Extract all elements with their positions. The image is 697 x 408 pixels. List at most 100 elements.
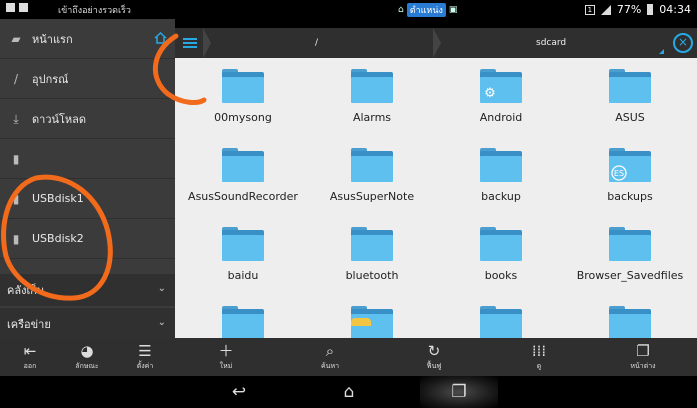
- usb-icon: ▮: [12, 191, 20, 206]
- folder-icon: [222, 227, 264, 261]
- sidebar: ▰ หน้าแรก / อุปกรณ์ ⤓ ดาวน์โหลด ▮ ▮ USBd…: [0, 19, 175, 340]
- home-icon[interactable]: [154, 32, 167, 44]
- sidebar-item-home[interactable]: ▰ หน้าแรก: [0, 19, 175, 59]
- sidebar-item-usbdisk2[interactable]: ▮ USBdisk2: [0, 219, 175, 259]
- folder-name: AsusSoundRecorder: [188, 190, 298, 203]
- sidebar-item-label: อุปกรณ์: [32, 72, 69, 86]
- chevron-down-icon: ⌄: [157, 283, 166, 294]
- settings-label: ตั้งค่า: [136, 362, 154, 370]
- chevron-down-icon: ⌄: [157, 317, 166, 328]
- es-logo-text: ES: [614, 169, 624, 178]
- notification-gallery-icon: [19, 3, 28, 12]
- folder-icon: [222, 306, 264, 338]
- recent-apps-button[interactable]: ❐: [446, 380, 472, 404]
- gear-icon: ⚙: [484, 86, 496, 101]
- folder-icon: [480, 306, 522, 338]
- folder-tile[interactable]: ⚙ Android: [436, 60, 566, 138]
- close-button[interactable]: ×: [673, 33, 693, 53]
- folder-tile[interactable]: backup: [436, 139, 566, 217]
- section-label: คลังเก็บ: [7, 284, 44, 297]
- new-button[interactable]: ＋ ใหม่: [196, 338, 256, 376]
- folder-tile[interactable]: Browser_Savedfiles: [565, 218, 695, 296]
- system-nav-bar: ↩ ⌂ ❐: [0, 376, 697, 408]
- back-button[interactable]: ↩: [226, 380, 252, 404]
- folder-name: baidu: [227, 269, 259, 282]
- folder-name: Browser_Savedfiles: [576, 269, 684, 282]
- folder-tile[interactable]: AsusSoundRecorder: [178, 139, 308, 217]
- windows-icon: ❐: [636, 342, 650, 360]
- folder-icon: [609, 306, 651, 338]
- refresh-button[interactable]: ↻ ฟื้นฟู: [404, 338, 464, 376]
- hamburger-icon: [183, 38, 197, 40]
- sidebar-section-library[interactable]: คลังเก็บ ⌄: [0, 274, 175, 306]
- path-toolbar: / sdcard ×: [175, 28, 697, 58]
- folder-tile[interactable]: ASUS: [565, 60, 695, 138]
- folder-icon: [351, 227, 393, 261]
- sidebar-section-network[interactable]: เครือข่าย ⌄: [0, 308, 175, 340]
- sidebar-item-usbdisk1[interactable]: ▮ USBdisk1: [0, 179, 175, 219]
- windows-button[interactable]: ❐ หน้าต่าง: [613, 338, 673, 376]
- folder-tile[interactable]: [436, 297, 566, 338]
- search-icon: ⌕: [325, 342, 335, 360]
- folder-name: ASUS: [615, 111, 645, 124]
- sidebar-item-sdcard[interactable]: ▮: [0, 139, 175, 179]
- notification-icons: [6, 3, 28, 12]
- download-icon: ⤓: [13, 111, 19, 126]
- folder-icon: [480, 227, 522, 261]
- folder-tile[interactable]: [307, 297, 437, 338]
- folder-name: backups: [607, 190, 653, 203]
- hamburger-line: [183, 46, 197, 48]
- breadcrumb-sdcard[interactable]: sdcard: [536, 28, 566, 58]
- folder-name: backup: [481, 190, 521, 203]
- folder-icon: [351, 306, 393, 338]
- breadcrumb-dropdown-icon[interactable]: [659, 49, 664, 54]
- folder-icon: [609, 227, 651, 261]
- folder-icon: [222, 148, 264, 182]
- search-button[interactable]: ⌕ ค้นหา: [300, 338, 360, 376]
- section-label: เครือข่าย: [7, 318, 51, 331]
- sidebar-item-download[interactable]: ⤓ ดาวน์โหลด: [0, 99, 175, 139]
- folder-tile[interactable]: [178, 297, 308, 338]
- folder-name: Alarms: [352, 111, 392, 124]
- action-bar: ⇤ ออก ◕ ลักษณะ ☰ ตั้งค่า ＋ ใหม่ ⌕ ค้นหา …: [0, 338, 697, 376]
- theme-label: ลักษณะ: [75, 362, 99, 370]
- slash-device-icon: /: [13, 71, 19, 86]
- folder-tile[interactable]: Alarms: [307, 60, 437, 138]
- folder-tile[interactable]: books: [436, 218, 566, 296]
- exit-button[interactable]: ⇤ ออก: [0, 338, 60, 376]
- status-bar: เข้าถึงอย่างรวดเร็ว ⌂ ตำแหน่ง ▣ 1 77% 04…: [0, 0, 697, 19]
- home-small-icon: ⌂: [398, 5, 404, 15]
- folder-tile[interactable]: ES backups: [565, 139, 695, 217]
- es-logo-icon: ES: [611, 165, 627, 181]
- settings-button[interactable]: ☰ ตั้งค่า: [115, 338, 175, 376]
- view-label: ดู: [536, 362, 542, 370]
- notification-image-icon: [6, 3, 15, 12]
- view-button[interactable]: ⁞⁞⁞ ดู: [509, 338, 569, 376]
- folder-tile[interactable]: [565, 297, 695, 338]
- exit-label: ออก: [23, 362, 37, 370]
- close-icon: ×: [677, 35, 689, 49]
- battery-percent: 77%: [616, 3, 642, 16]
- folder-tile[interactable]: 00mysong: [178, 60, 308, 138]
- home-icon: ⌂: [343, 382, 355, 402]
- folder-name: Android: [479, 111, 523, 124]
- folder-icon: [351, 69, 393, 103]
- breadcrumb-divider: [433, 28, 441, 58]
- new-label: ใหม่: [219, 362, 233, 370]
- folder-name: books: [484, 269, 518, 282]
- app-badge-icon: [351, 318, 371, 326]
- grid-view-icon: ⁞⁞⁞: [531, 342, 547, 360]
- folder-icon: ES: [609, 148, 651, 182]
- folder-tile[interactable]: baidu: [178, 218, 308, 296]
- folder-icon: [480, 148, 522, 182]
- recent-apps-icon: ❐: [451, 382, 467, 402]
- folder-tile[interactable]: AsusSuperNote: [307, 139, 437, 217]
- theme-button[interactable]: ◕ ลักษณะ: [57, 338, 117, 376]
- home-button[interactable]: ⌂: [336, 380, 362, 404]
- back-icon: ↩: [231, 382, 247, 402]
- sidebar-item-device[interactable]: / อุปกรณ์: [0, 59, 175, 99]
- folder-name: 00mysong: [214, 111, 272, 124]
- folder-tile[interactable]: bluetooth: [307, 218, 437, 296]
- menu-button[interactable]: [179, 33, 201, 53]
- breadcrumb-root[interactable]: /: [315, 28, 318, 58]
